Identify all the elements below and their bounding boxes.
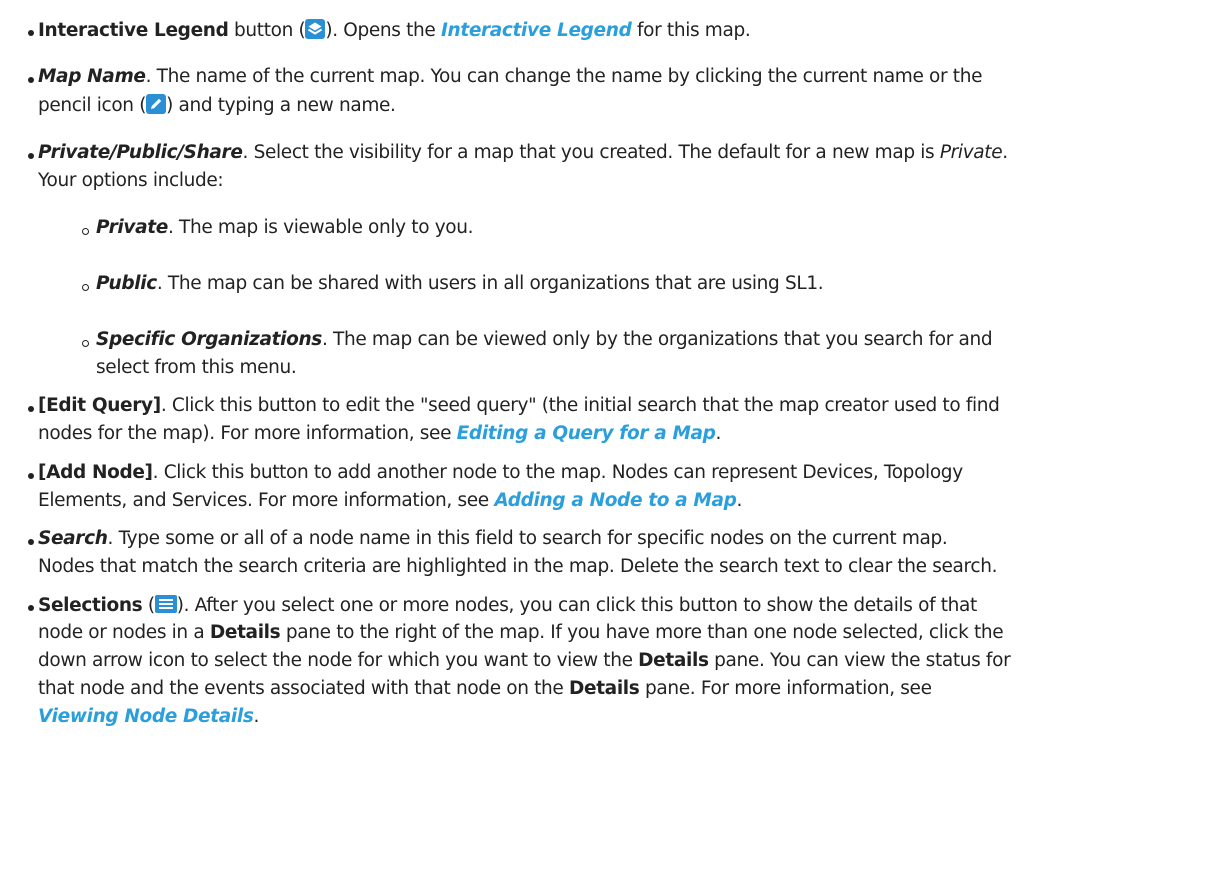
text-run: button ( bbox=[228, 20, 306, 41]
list-item-line: Interactive Legend button (). Opens the … bbox=[38, 19, 751, 45]
text-run: Specific Organizations bbox=[96, 329, 322, 350]
list-item-line: select from this menu. bbox=[96, 357, 297, 379]
legend-layers-icon bbox=[305, 19, 326, 45]
text-run: pencil icon ( bbox=[38, 95, 147, 116]
list-item-line: Private. The map is viewable only to you… bbox=[96, 217, 474, 239]
text-run: . The map can be shared with users in al… bbox=[156, 273, 824, 294]
text-run: . Select the visibility for a map that y… bbox=[242, 142, 940, 163]
text-run: down arrow icon to select the node for w… bbox=[38, 650, 639, 671]
bullet-marker bbox=[28, 605, 34, 611]
text-run: pane. For more information, see bbox=[639, 678, 932, 699]
text-run: . The name of the current map. You can c… bbox=[145, 66, 983, 87]
text-run: . bbox=[715, 423, 722, 444]
text-run: Private/Public/Share bbox=[38, 142, 243, 163]
text-run: ). After you select one or more nodes, y… bbox=[176, 595, 978, 616]
list-item-line: Search. Type some or all of a node name … bbox=[38, 528, 948, 550]
text-run: Private bbox=[939, 142, 1003, 163]
text-run: . Click this button to edit the "seed qu… bbox=[160, 395, 1000, 416]
text-run: [Add Node] bbox=[38, 462, 153, 483]
doc-link[interactable]: Interactive Legend bbox=[441, 20, 632, 41]
bullet-marker bbox=[28, 30, 34, 36]
list-item-line: Nodes that match the search criteria are… bbox=[38, 556, 997, 578]
list-item-line: Specific Organizations. The map can be v… bbox=[96, 329, 993, 351]
text-run: Nodes that match the search criteria are… bbox=[38, 556, 998, 577]
list-item-line: pencil icon ( ) and typing a new name. bbox=[38, 94, 396, 120]
text-run: . The map is viewable only to you. bbox=[167, 217, 474, 238]
text-run: Details bbox=[638, 650, 709, 671]
pencil-icon bbox=[146, 94, 167, 120]
text-run: that node and the events associated with… bbox=[38, 678, 569, 699]
text-run: Private bbox=[96, 217, 168, 238]
text-run: pane. You can view the status for bbox=[708, 650, 1011, 671]
text-run: node or nodes in a bbox=[38, 622, 210, 643]
list-item-line: [Add Node]. Click this button to add ano… bbox=[38, 462, 963, 484]
text-run: Details bbox=[568, 678, 640, 699]
text-run: . bbox=[253, 706, 260, 727]
list-item-line: Elements, and Services. For more informa… bbox=[38, 490, 742, 512]
text-run: ) and typing a new name. bbox=[166, 95, 396, 116]
list-item-line: Map Name. The name of the current map. Y… bbox=[38, 66, 982, 88]
doc-link[interactable]: Adding a Node to a Map bbox=[494, 490, 736, 511]
list-item-line: node or nodes in a Details pane to the r… bbox=[38, 622, 1004, 644]
text-run: Details bbox=[209, 622, 281, 643]
doc-link[interactable]: Editing a Query for a Map bbox=[457, 423, 716, 444]
selections-list-icon bbox=[154, 594, 177, 620]
text-run: . bbox=[736, 490, 743, 511]
text-run: ). Opens the bbox=[325, 20, 441, 41]
text-run: nodes for the map). For more information… bbox=[38, 423, 457, 444]
text-run: . Click this button to add another node … bbox=[152, 462, 964, 483]
list-item-line: Your options include: bbox=[38, 170, 224, 192]
text-run: for this map. bbox=[631, 20, 751, 41]
sub-bullet-marker bbox=[82, 284, 89, 291]
text-run: select from this menu. bbox=[96, 357, 297, 378]
text-run: pane to the right of the map. If you hav… bbox=[280, 622, 1004, 643]
text-run: [Edit Query] bbox=[38, 395, 161, 416]
list-item-line: nodes for the map). For more information… bbox=[38, 423, 721, 445]
text-run: . Type some or all of a node name in thi… bbox=[107, 528, 948, 549]
sub-bullet-marker bbox=[82, 340, 89, 347]
list-item-line: down arrow icon to select the node for w… bbox=[38, 650, 1011, 672]
text-run: Search bbox=[38, 528, 108, 549]
text-run: Selections bbox=[38, 595, 143, 616]
text-run: . bbox=[1002, 142, 1008, 163]
text-run: Public bbox=[96, 273, 157, 294]
list-item-line: Viewing Node Details. bbox=[38, 706, 259, 728]
bullet-marker bbox=[28, 473, 34, 479]
list-item-line: Private/Public/Share. Select the visibil… bbox=[38, 142, 1008, 164]
list-item-line: that node and the events associated with… bbox=[38, 678, 932, 700]
text-run: ( bbox=[142, 595, 155, 616]
document-body: Interactive Legend button (). Opens the … bbox=[0, 0, 1208, 895]
text-run: Elements, and Services. For more informa… bbox=[38, 490, 495, 511]
text-run: Your options include: bbox=[38, 170, 224, 191]
bullet-marker bbox=[28, 153, 34, 159]
text-run: Interactive Legend bbox=[38, 20, 229, 41]
text-run: Map Name bbox=[38, 66, 146, 87]
list-item-line: Public. The map can be shared with users… bbox=[96, 273, 824, 295]
doc-link[interactable]: Viewing Node Details bbox=[38, 706, 254, 727]
bullet-marker bbox=[28, 77, 34, 83]
list-item-line: [Edit Query]. Click this button to edit … bbox=[38, 395, 1000, 417]
text-run: . The map can be viewed only by the orga… bbox=[321, 329, 993, 350]
sub-bullet-marker bbox=[82, 228, 89, 235]
list-item-line: Selections ( ). After you select one or m… bbox=[38, 594, 977, 620]
bullet-marker bbox=[28, 539, 34, 545]
bullet-marker bbox=[28, 406, 34, 412]
